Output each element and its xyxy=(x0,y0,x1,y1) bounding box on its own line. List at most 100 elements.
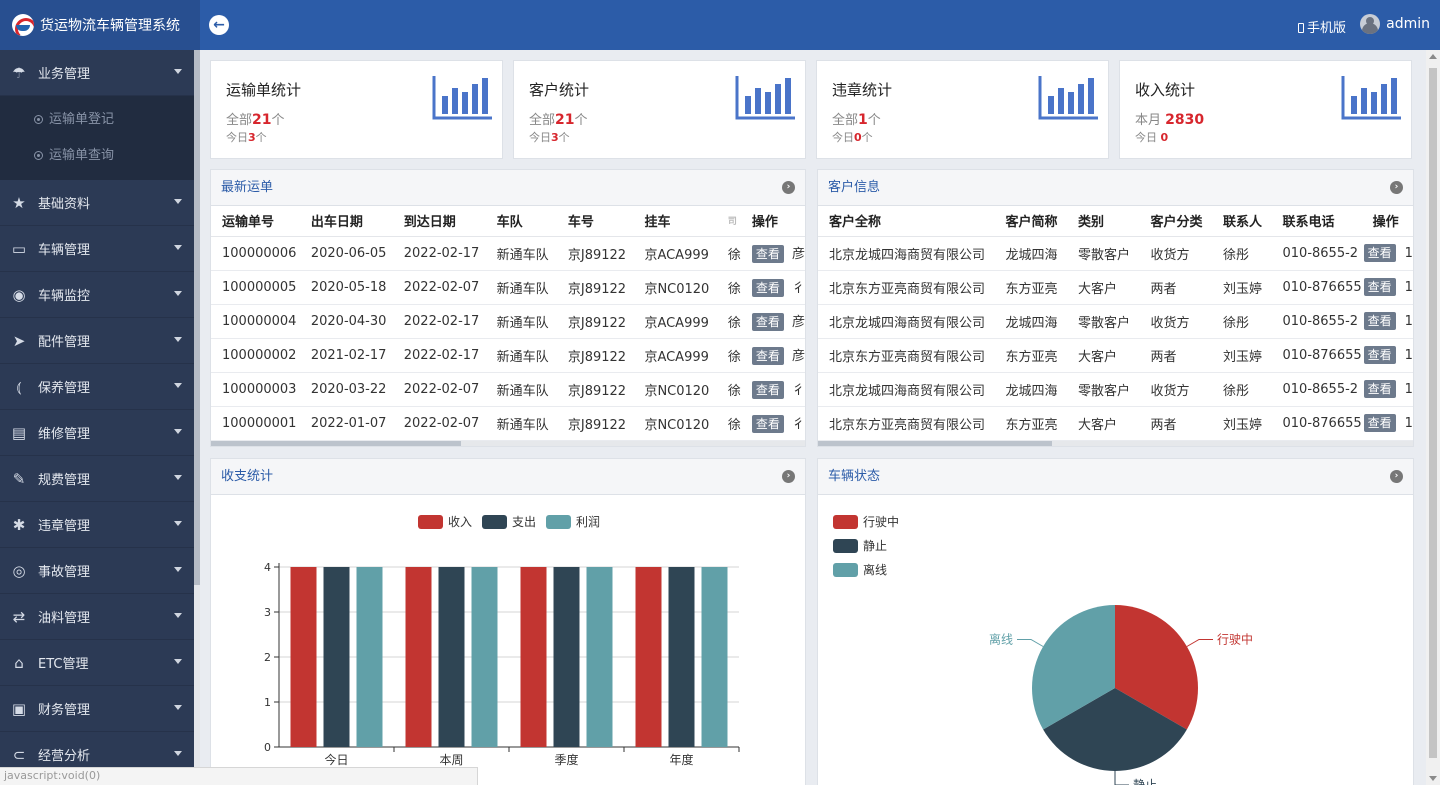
back-arrow-icon[interactable]: ← xyxy=(209,15,229,35)
view-button[interactable]: 查看 xyxy=(1363,278,1396,296)
view-button[interactable]: 查看 xyxy=(1363,380,1396,398)
bar[interactable] xyxy=(471,567,498,747)
scrollbar-thumb[interactable] xyxy=(818,441,1052,446)
panel-header: 收支统计 › xyxy=(211,459,805,495)
caret-down-icon xyxy=(174,429,182,434)
submenu-item-order-register[interactable]: 运输单登记 xyxy=(0,102,194,138)
view-button[interactable]: 查看 xyxy=(1363,346,1396,364)
window-icon: ▭ xyxy=(11,239,27,258)
bar[interactable] xyxy=(323,567,350,747)
y-tick-label: 2 xyxy=(264,651,271,664)
sidebar-item-repair[interactable]: ▤ 维修管理 xyxy=(0,410,194,456)
sidebar-item-parts[interactable]: ➤ 配件管理 xyxy=(0,318,194,364)
scrollbar-thumb[interactable] xyxy=(211,441,461,446)
bar[interactable] xyxy=(668,567,695,747)
customers-table: 客户全称 客户简称 类别 客户分类 联系人 联系电话 操作 北京龙城四海商贸有限… xyxy=(818,206,1413,441)
table-row: 北京东方亚亮商贸有限公司 东方亚亮 大客户 两者 刘玉婷 010-876655 查看 1 xyxy=(818,270,1413,305)
table-cell: 收货方 xyxy=(1139,304,1212,339)
bar[interactable] xyxy=(701,567,728,747)
bar-chart-icon xyxy=(1341,76,1401,120)
sidebar-item-monitoring[interactable]: ◉ 车辆监控 xyxy=(0,272,194,318)
view-button[interactable]: 查看 xyxy=(1363,312,1396,330)
brand[interactable]: 货运物流车辆管理系统 xyxy=(0,0,200,50)
table-cell: 徐彤 xyxy=(1212,236,1272,271)
customers-hscrollbar[interactable] xyxy=(818,441,1413,446)
chevron-right-icon[interactable]: › xyxy=(782,181,795,194)
sidebar-item-etc[interactable]: ⌂ ETC管理 xyxy=(0,640,194,686)
sidebar-item-business[interactable]: ☂ 业务管理 xyxy=(0,50,194,96)
chevron-right-icon[interactable]: › xyxy=(782,470,795,483)
bar[interactable] xyxy=(586,567,613,747)
caret-down-icon xyxy=(174,659,182,664)
sidebar-item-label: 维修管理 xyxy=(38,427,91,442)
orders-hscrollbar[interactable] xyxy=(211,441,805,446)
column-header: 类别 xyxy=(1067,206,1140,237)
bar[interactable] xyxy=(356,567,383,747)
table-cell: 京ACA999 xyxy=(633,338,717,373)
table-cell: 龙城四海 xyxy=(994,304,1067,339)
stat-total: 全部21个 xyxy=(529,112,588,128)
sidebar-item-finance[interactable]: ▣ 财务管理 xyxy=(0,686,194,732)
caret-down-icon xyxy=(174,199,182,204)
view-button[interactable]: 查看 xyxy=(751,381,784,399)
table-cell: 京NC0120 xyxy=(633,372,717,407)
bar[interactable] xyxy=(635,567,662,747)
sidebar-item-fuel[interactable]: ⇄ 油料管理 xyxy=(0,594,194,640)
table-cell: 2022-02-17 xyxy=(392,304,486,339)
panel-header: 最新运单 › xyxy=(211,170,805,206)
bar[interactable] xyxy=(553,567,580,747)
table-cell: 010-8655-2 xyxy=(1271,372,1362,407)
scrollbar-thumb[interactable] xyxy=(1429,68,1437,758)
sidebar-item-label: 车辆监控 xyxy=(38,289,91,304)
sidebar-item-label: 事故管理 xyxy=(38,565,91,580)
action-cell: 查看彳 xyxy=(740,372,805,407)
table-cell: 2022-02-17 xyxy=(392,236,486,271)
action-cell: 查看彳 xyxy=(740,270,805,305)
scroll-up-arrow-icon[interactable] xyxy=(1429,54,1437,59)
view-button[interactable]: 查看 xyxy=(1363,244,1396,262)
page-vscrollbar[interactable] xyxy=(1426,50,1440,785)
view-button[interactable]: 查看 xyxy=(751,347,784,365)
circle-dot-icon xyxy=(34,115,43,124)
sidebar-item-basic-data[interactable]: ★ 基础资料 xyxy=(0,180,194,226)
table-cell: 2022-02-07 xyxy=(392,372,486,407)
sidebar-item-label: 基础资料 xyxy=(38,197,91,212)
view-button[interactable]: 查看 xyxy=(751,245,784,263)
sidebar-item-maintenance[interactable]: ⦅ 保养管理 xyxy=(0,364,194,410)
sidebar-item-label: 违章管理 xyxy=(38,519,91,534)
table-cell: 北京东方亚亮商贸有限公司 xyxy=(818,406,995,441)
column-header: 车号 xyxy=(556,206,634,237)
user-menu[interactable]: admin xyxy=(1360,14,1430,34)
submenu-item-order-query[interactable]: 运输单查询 xyxy=(0,138,194,174)
view-button[interactable]: 查看 xyxy=(1363,414,1396,432)
column-header: 到达日期 xyxy=(392,206,486,237)
bar[interactable] xyxy=(290,567,317,747)
chevron-right-icon[interactable]: › xyxy=(1390,181,1403,194)
view-button[interactable]: 查看 xyxy=(751,279,784,297)
bar[interactable] xyxy=(520,567,547,747)
bar[interactable] xyxy=(438,567,465,747)
panel-title: 收支统计 xyxy=(221,469,274,484)
table-cell: 新通车队 xyxy=(485,236,557,271)
mobile-version-link[interactable]: 手机版 xyxy=(1297,17,1346,36)
chevron-right-icon[interactable]: › xyxy=(1390,470,1403,483)
table-cell: 1 xyxy=(1404,416,1413,431)
action-cell: 查看彦 xyxy=(740,338,805,373)
view-button[interactable]: 查看 xyxy=(751,313,784,331)
bar[interactable] xyxy=(405,567,432,747)
table-cell: 北京东方亚亮商贸有限公司 xyxy=(818,338,995,373)
sidebar-item-fees[interactable]: ✎ 规费管理 xyxy=(0,456,194,502)
stat-total: 本月 2830 xyxy=(1135,112,1205,128)
table-cell: 收货方 xyxy=(1139,372,1212,407)
table-cell: 100000001 xyxy=(211,406,300,441)
sidebar-item-vehicles[interactable]: ▭ 车辆管理 xyxy=(0,226,194,272)
table-cell: 京NC0120 xyxy=(633,270,717,305)
table-cell: 100000003 xyxy=(211,372,300,407)
panel-header: 客户信息 › xyxy=(818,170,1413,206)
sidebar-item-accidents[interactable]: ◎ 事故管理 xyxy=(0,548,194,594)
table-cell: 大客户 xyxy=(1067,270,1140,305)
sidebar-item-violations[interactable]: ✱ 违章管理 xyxy=(0,502,194,548)
caret-down-icon xyxy=(174,751,182,756)
scroll-down-arrow-icon[interactable] xyxy=(1429,776,1437,781)
view-button[interactable]: 查看 xyxy=(751,415,784,433)
